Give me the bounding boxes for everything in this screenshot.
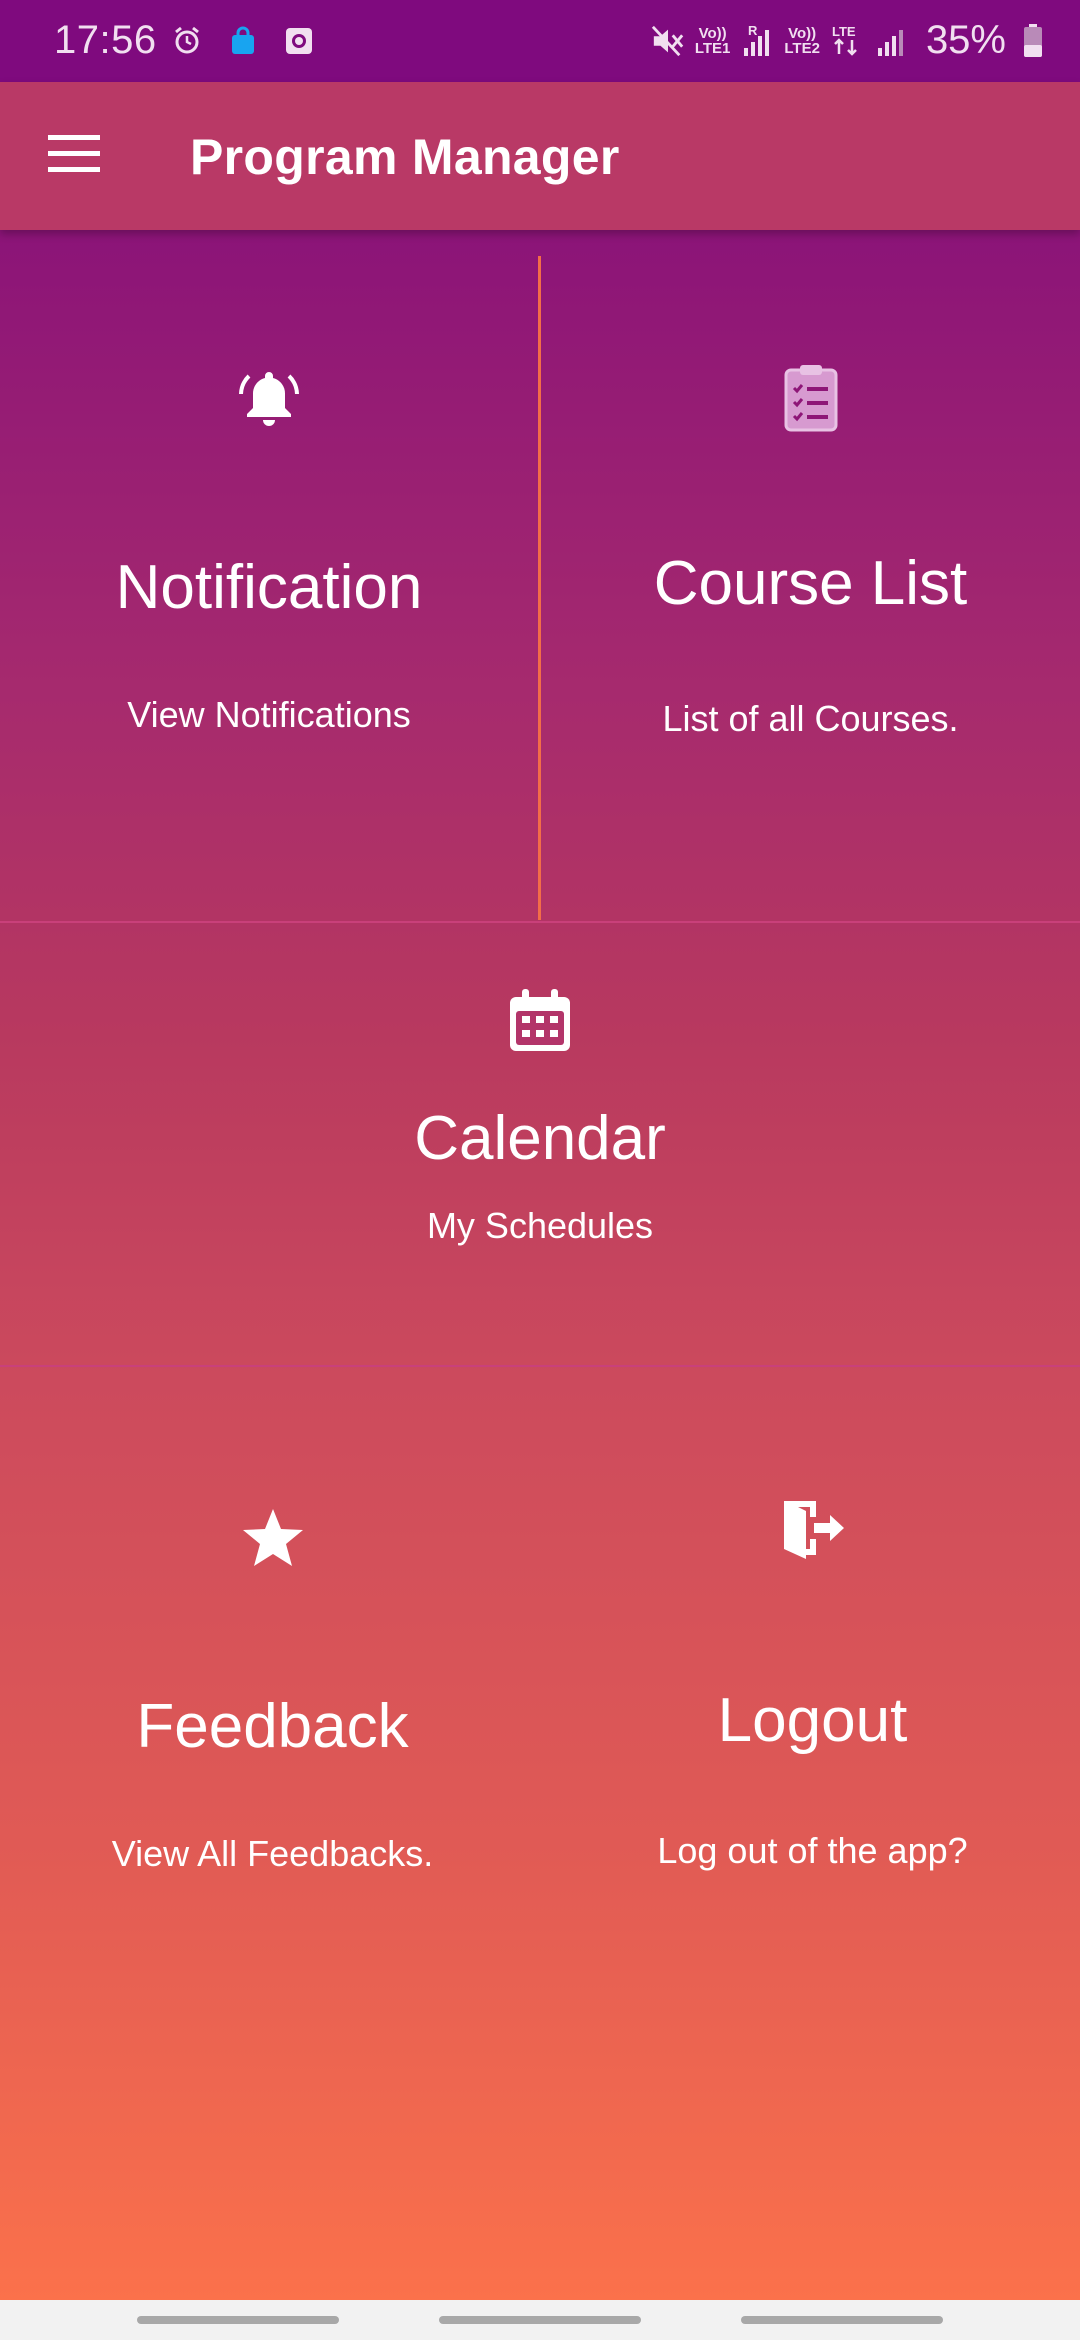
feedback-tile[interactable]: Feedback View All Feedbacks. xyxy=(0,1367,545,1967)
clipboard-icon xyxy=(782,364,840,437)
sim1-label: Vo)) LTE1 xyxy=(694,24,731,57)
notification-subtitle: View Notifications xyxy=(127,694,411,735)
logout-subtitle: Log out of the app? xyxy=(657,1830,968,1871)
status-bar: 17:56 Vo)) LTE1 R Vo)) LTE2 LTE 35% xyxy=(0,0,1080,82)
signal-icon-sim2 xyxy=(874,24,908,58)
screenshot-icon xyxy=(282,24,316,58)
svg-text:LTE: LTE xyxy=(832,24,856,39)
navigation-bar xyxy=(0,2300,1080,2340)
logout-icon xyxy=(780,1497,846,1564)
svg-text:R: R xyxy=(748,24,758,38)
shopping-bag-icon xyxy=(226,24,260,58)
course-list-title: Course List xyxy=(653,549,968,618)
nav-home-handle[interactable] xyxy=(439,2316,641,2324)
logout-title: Logout xyxy=(717,1686,908,1755)
alarm-icon xyxy=(170,24,204,58)
signal-icon-sim1: R xyxy=(740,24,774,58)
battery-icon xyxy=(1016,23,1050,58)
mute-icon xyxy=(651,24,685,58)
star-icon xyxy=(241,1507,305,1574)
logout-tile[interactable]: Logout Log out of the app? xyxy=(545,1367,1080,1967)
feedback-subtitle: View All Feedbacks. xyxy=(111,1833,434,1874)
calendar-title: Calendar xyxy=(414,1104,666,1173)
app-bar: Program Manager xyxy=(0,82,1080,230)
calendar-subtitle: My Schedules xyxy=(426,1205,654,1246)
calendar-tile[interactable]: Calendar My Schedules xyxy=(0,923,1080,1365)
nav-back-handle[interactable] xyxy=(741,2316,943,2324)
status-time: 17:56 xyxy=(54,18,157,62)
sim2-label: Vo)) LTE2 xyxy=(784,24,820,57)
app-title: Program Manager xyxy=(190,129,620,185)
nav-recent-apps-handle[interactable] xyxy=(137,2316,339,2324)
notification-tile[interactable]: Notification View Notifications xyxy=(0,256,538,920)
notification-title: Notification xyxy=(115,553,423,622)
course-list-subtitle: List of all Courses. xyxy=(662,698,959,739)
course-list-tile[interactable]: Course List List of all Courses. xyxy=(541,256,1080,920)
calendar-icon xyxy=(508,989,572,1058)
lte-data-icon: LTE xyxy=(830,24,864,58)
feedback-title: Feedback xyxy=(136,1692,409,1761)
menu-button[interactable] xyxy=(40,126,108,186)
menu-icon xyxy=(48,134,100,178)
bell-icon xyxy=(237,366,301,435)
battery-percentage: 35% xyxy=(925,18,1006,62)
